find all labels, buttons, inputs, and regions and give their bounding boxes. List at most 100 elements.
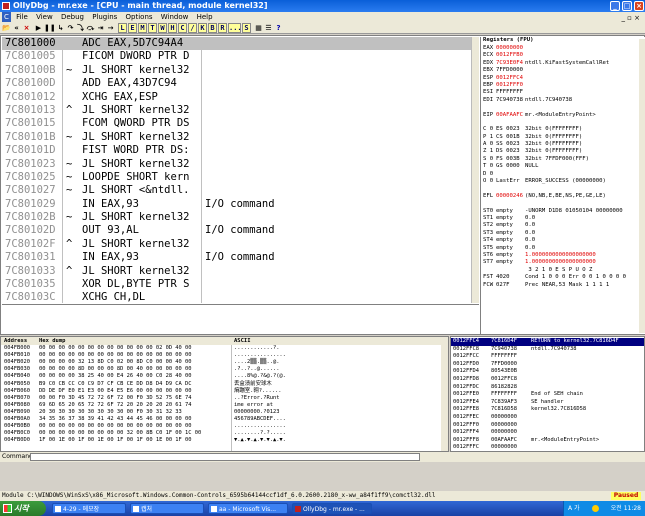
register-row[interactable]: EDI 7C940738 ntdll.7C940738 — [481, 97, 645, 104]
dump-header-address[interactable]: Address — [4, 337, 27, 345]
dump-header-ascii[interactable]: ASCII — [234, 337, 251, 345]
stack-row[interactable]: 0012FFD0 7FFD0000 — [451, 361, 644, 369]
menu-file[interactable]: File — [13, 12, 31, 22]
register-row[interactable]: A 0 SS 0023 32bit 0(FFFFFFFF) — [481, 141, 645, 148]
register-row[interactable]: D 0 — [481, 171, 645, 178]
register-row[interactable]: ESI FFFFFFFF — [481, 89, 645, 96]
disassembly-scrollbar[interactable] — [471, 37, 479, 303]
close-button[interactable]: × — [634, 1, 644, 11]
dump-row[interactable]: 004FB090 20 30 30 30 30 30 30 30 30 00 F0… — [1, 409, 441, 416]
stack-row[interactable]: 0012FFF8 00AFAAFC mr.<ModuleEntryPoint> — [451, 437, 644, 445]
disasm-row[interactable]: 7C80100B ~ JL SHORT kernel32 — [2, 64, 472, 77]
stack-row[interactable]: 0012FFC8 7C940738 ntdll.7C940738 — [451, 346, 644, 354]
stack-row[interactable]: 0012FFE8 7C816D58 kernel32.7C816D58 — [451, 406, 644, 414]
disasm-row[interactable]: 7C801029 IN EAX,93 I/O command — [2, 198, 472, 211]
dump-row[interactable]: 004FB020 00 00 00 00 32 13 8D C0 02 00 8D… — [1, 359, 441, 366]
clock[interactable]: 오전 11:28 — [611, 501, 641, 516]
stack-row[interactable]: 0012FFF4 00000000 — [451, 429, 644, 437]
registers-pane[interactable]: Registers (FPU) EAX 00000000 ECX 0012FFB0 ED… — [480, 37, 645, 334]
stack-row[interactable]: 0012FFD8 0012FFC8 — [451, 376, 644, 384]
disasm-row[interactable]: 7C801023 ~ JL SHORT kernel32 — [2, 158, 472, 171]
disasm-row[interactable]: 7C801025 ~ LOOPDE SHORT kern — [2, 171, 472, 184]
open-icon[interactable]: 📂 — [2, 23, 11, 33]
toolbar-btn-l[interactable]: L — [118, 23, 127, 33]
command-input[interactable] — [30, 453, 420, 461]
disassembly-pane[interactable]: 7C801000 ADC EAX,5D7C94A4 7C801005 FICOM DW… — [2, 37, 472, 303]
stack-row[interactable]: 0012FFC4 7C816D4F RETURN to kernel32.7C816… — [451, 338, 644, 346]
register-row[interactable]: ST2 empty 0.0 — [481, 222, 645, 229]
list-icon[interactable]: ☰ — [264, 23, 273, 33]
execute-till-return-icon[interactable]: ⇥ — [96, 23, 105, 33]
toolbar-btn-e[interactable]: E — [128, 23, 137, 33]
stack-row[interactable]: 0012FFE4 7C839AF3 SE handler — [451, 399, 644, 407]
column-divider[interactable] — [231, 345, 232, 451]
step-into-icon[interactable]: ↳ — [56, 23, 65, 33]
dump-scrollbar[interactable] — [441, 345, 448, 451]
register-row[interactable]: ECX 0012FFB0 — [481, 52, 645, 59]
dump-row[interactable]: 004FB070 00 00 F0 3D 45 72 72 6F 72 00 F0… — [1, 395, 441, 402]
dump-row[interactable]: 004FB040 00 00 00 00 38 25 40 00 E4 26 40… — [1, 373, 441, 380]
register-row[interactable]: P 1 CS 001B 32bit 0(FFFFFFFF) — [481, 134, 645, 141]
disasm-row[interactable]: 7C801005 FICOM DWORD PTR D — [2, 50, 472, 63]
disasm-row[interactable]: 7C80101B ~ JL SHORT kernel32 — [2, 131, 472, 144]
dump-row[interactable]: 004FB0B0 00 00 00 00 00 00 00 00 00 00 00… — [1, 423, 441, 430]
taskbar-item-capture[interactable]: 캡처 — [130, 503, 204, 514]
dump-row[interactable]: 004FB060 DD DE DF E0 E1 E3 00 E4 E5 E6 00… — [1, 388, 441, 395]
menu-cpu-icon[interactable]: C — [2, 12, 11, 22]
dump-row[interactable]: 004FB000 00 00 00 00 00 00 00 00 00 00 00… — [1, 345, 441, 352]
stack-row[interactable]: 0012FFEC 00000000 — [451, 414, 644, 422]
disasm-row[interactable]: 7C801027 ~ JL SHORT <&ntdll. — [2, 184, 472, 197]
disasm-row[interactable]: 7C801033 ^ JL SHORT kernel32 — [2, 265, 472, 278]
column-divider[interactable] — [201, 37, 202, 303]
start-button[interactable]: 시작 — [0, 501, 46, 516]
stack-row[interactable]: 0012FFDC 86182828 — [451, 384, 644, 392]
registers-scrollbar[interactable] — [639, 39, 645, 333]
toolbar-btn-t[interactable]: T — [148, 23, 157, 33]
register-row[interactable]: EFL 00000246 (NO,NB,E,BE,NS,PE,GE,LE) — [481, 193, 645, 200]
register-row[interactable]: 3 2 1 0 E S P U O Z — [481, 267, 645, 274]
help-icon[interactable]: ? — [274, 23, 283, 33]
toolbar-btn-c[interactable]: C — [178, 23, 187, 33]
register-row[interactable] — [481, 119, 645, 126]
register-row[interactable]: ST5 empty 0.0 — [481, 245, 645, 252]
disasm-row[interactable]: 7C801012 XCHG EAX,ESP — [2, 91, 472, 104]
toolbar-btn-b[interactable]: B — [208, 23, 217, 33]
register-row[interactable]: ST4 empty 0.0 — [481, 237, 645, 244]
disasm-row[interactable]: 7C801013 ^ JL SHORT kernel32 — [2, 104, 472, 117]
hex-dump-pane[interactable]: Address Hex dump ASCII 004FB000 00 00 00 … — [0, 336, 449, 452]
register-row[interactable]: FCW 027F Prec NEAR,53 Mask 1 1 1 1 — [481, 282, 645, 289]
disasm-row[interactable]: 7C80103C XCHG CH,DL — [2, 291, 472, 303]
menu-window[interactable]: Window — [158, 12, 192, 22]
disasm-row[interactable]: 7C80102B ~ JL SHORT kernel32 — [2, 211, 472, 224]
disasm-row[interactable]: 7C801000 ADC EAX,5D7C94A4 — [2, 37, 472, 51]
disasm-row[interactable]: 7C80101D FIST WORD PTR DS: — [2, 144, 472, 157]
dump-row[interactable]: 004FB010 00 00 00 00 00 00 00 00 00 00 00… — [1, 352, 441, 359]
disasm-row[interactable]: 7C80102D OUT 93,AL I/O command — [2, 224, 472, 237]
trace-into-icon[interactable]: ⤵ — [76, 23, 85, 33]
register-row[interactable]: ST0 empty -UNORM D1D8 01050104 00000000 — [481, 208, 645, 215]
maximize-button[interactable]: □ — [622, 1, 632, 11]
toolbar-btn-w[interactable]: W — [158, 23, 167, 33]
stack-pane[interactable]: 0012FFC4 7C816D4F RETURN to kernel32.7C816… — [450, 336, 645, 452]
stack-row[interactable]: 0012FFFC 00000000 — [451, 444, 644, 451]
disasm-row[interactable]: 7C801015 FCOM QWORD PTR DS — [2, 117, 472, 130]
register-row[interactable] — [481, 200, 645, 207]
trace-over-icon[interactable]: ⤼ — [86, 23, 95, 33]
disasm-row[interactable]: 7C80100D ADD EAX,43D7C94 — [2, 77, 472, 90]
goto-icon[interactable]: → — [106, 23, 115, 33]
toolbar-btn-dots[interactable]: ... — [228, 23, 242, 33]
register-row[interactable]: ST3 empty 0.0 — [481, 230, 645, 237]
toolbar-btn-s[interactable]: S — [242, 23, 251, 33]
disasm-row[interactable]: 7C801035 XOR DL,BYTE PTR S — [2, 278, 472, 291]
stack-row[interactable]: 0012FFD4 80543E0B — [451, 368, 644, 376]
register-row[interactable]: ESP 0012FFC4 — [481, 75, 645, 82]
register-row[interactable] — [481, 104, 645, 111]
register-row[interactable]: EBP 0012FFF0 — [481, 82, 645, 89]
minimize-button[interactable]: _ — [610, 1, 620, 11]
register-row[interactable]: ST1 empty 0.0 — [481, 215, 645, 222]
register-row[interactable]: EIP 00AFAAFC mr.<ModuleEntryPoint> — [481, 112, 645, 119]
run-icon[interactable]: ▶ — [34, 23, 43, 33]
menu-plugins[interactable]: Plugins — [89, 12, 120, 22]
menu-options[interactable]: Options — [123, 12, 156, 22]
dump-row[interactable]: 004FB0A0 34 35 36 37 38 39 41 42 43 44 45… — [1, 416, 441, 423]
